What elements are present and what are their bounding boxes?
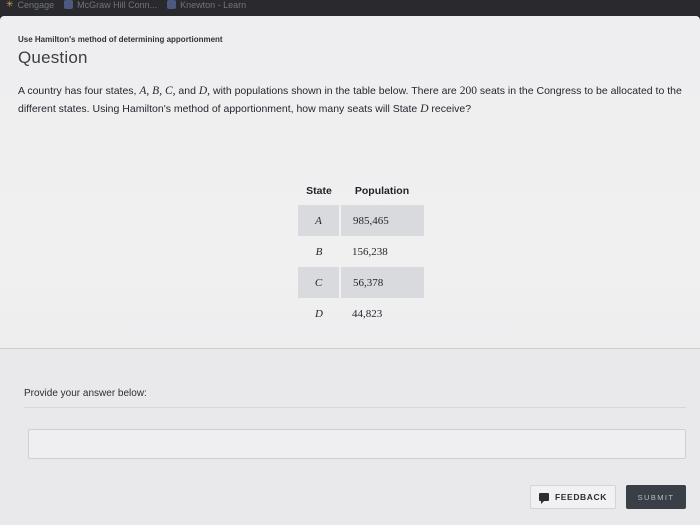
- submit-button[interactable]: SUBMIT: [626, 485, 686, 509]
- state-cell: A: [298, 205, 341, 236]
- population-cell: 985,465: [340, 205, 424, 236]
- question-text-part: with populations shown in the table belo…: [210, 85, 460, 97]
- state-cell: B: [315, 245, 323, 258]
- table-row: C 56,378: [298, 267, 424, 298]
- breadcrumb: Use Hamilton's method of determining app…: [18, 35, 223, 44]
- question-states: A, B, C,: [139, 85, 176, 97]
- star-icon: ✳: [6, 0, 14, 9]
- answer-section: Provide your answer below: FEEDBACK SUBM…: [0, 349, 700, 525]
- bookmark-label: McGraw Hill Conn...: [77, 0, 158, 10]
- state-cell: D: [315, 307, 323, 320]
- question-text-part: A country has four states,: [18, 85, 140, 97]
- bookmark-knewton[interactable]: Knewton - Learn: [167, 0, 246, 10]
- question-text-part: receive?: [428, 103, 472, 115]
- table-row: D 44,823: [298, 298, 424, 329]
- bookmark-label: Cengage: [17, 0, 55, 10]
- population-table: State Population A 985,465 B 156,238 C 5…: [298, 177, 424, 329]
- comment-icon: [538, 493, 549, 504]
- population-cell: 156,238: [352, 245, 388, 258]
- question-seats: 200: [459, 85, 477, 97]
- feedback-button[interactable]: FEEDBACK: [530, 485, 616, 509]
- population-cell: 44,823: [352, 307, 383, 320]
- question-page: Use Hamilton's method of determining app…: [0, 16, 700, 525]
- answer-input[interactable]: [28, 429, 686, 459]
- column-header-state: State: [306, 185, 332, 197]
- question-text: A country has four states, A, B, C, and …: [18, 82, 693, 118]
- question-target-state: D: [420, 103, 429, 115]
- bookmark-cengage[interactable]: ✳ Cengage: [6, 0, 54, 10]
- question-text-part: and: [175, 85, 199, 97]
- table-row: B 156,238: [298, 236, 424, 267]
- table-row: A 985,465: [298, 205, 424, 236]
- bookmark-icon: [167, 0, 177, 9]
- answer-divider: [24, 407, 686, 408]
- population-cell: 56,378: [340, 267, 424, 298]
- bookmark-icon: [64, 0, 74, 9]
- state-cell: C: [298, 267, 341, 298]
- question-title: Question: [18, 48, 88, 67]
- question-state-d: D,: [198, 85, 211, 97]
- bookmark-label: Knewton - Learn: [180, 0, 247, 10]
- bookmarks-bar: ✳ Cengage McGraw Hill Conn... Knewton - …: [0, 0, 700, 16]
- table-header-row: State Population: [298, 177, 424, 205]
- feedback-label: FEEDBACK: [554, 492, 608, 502]
- answer-label: Provide your answer below:: [24, 388, 147, 399]
- bookmark-mcgraw-hill[interactable]: McGraw Hill Conn...: [64, 0, 157, 10]
- column-header-population: Population: [354, 185, 410, 197]
